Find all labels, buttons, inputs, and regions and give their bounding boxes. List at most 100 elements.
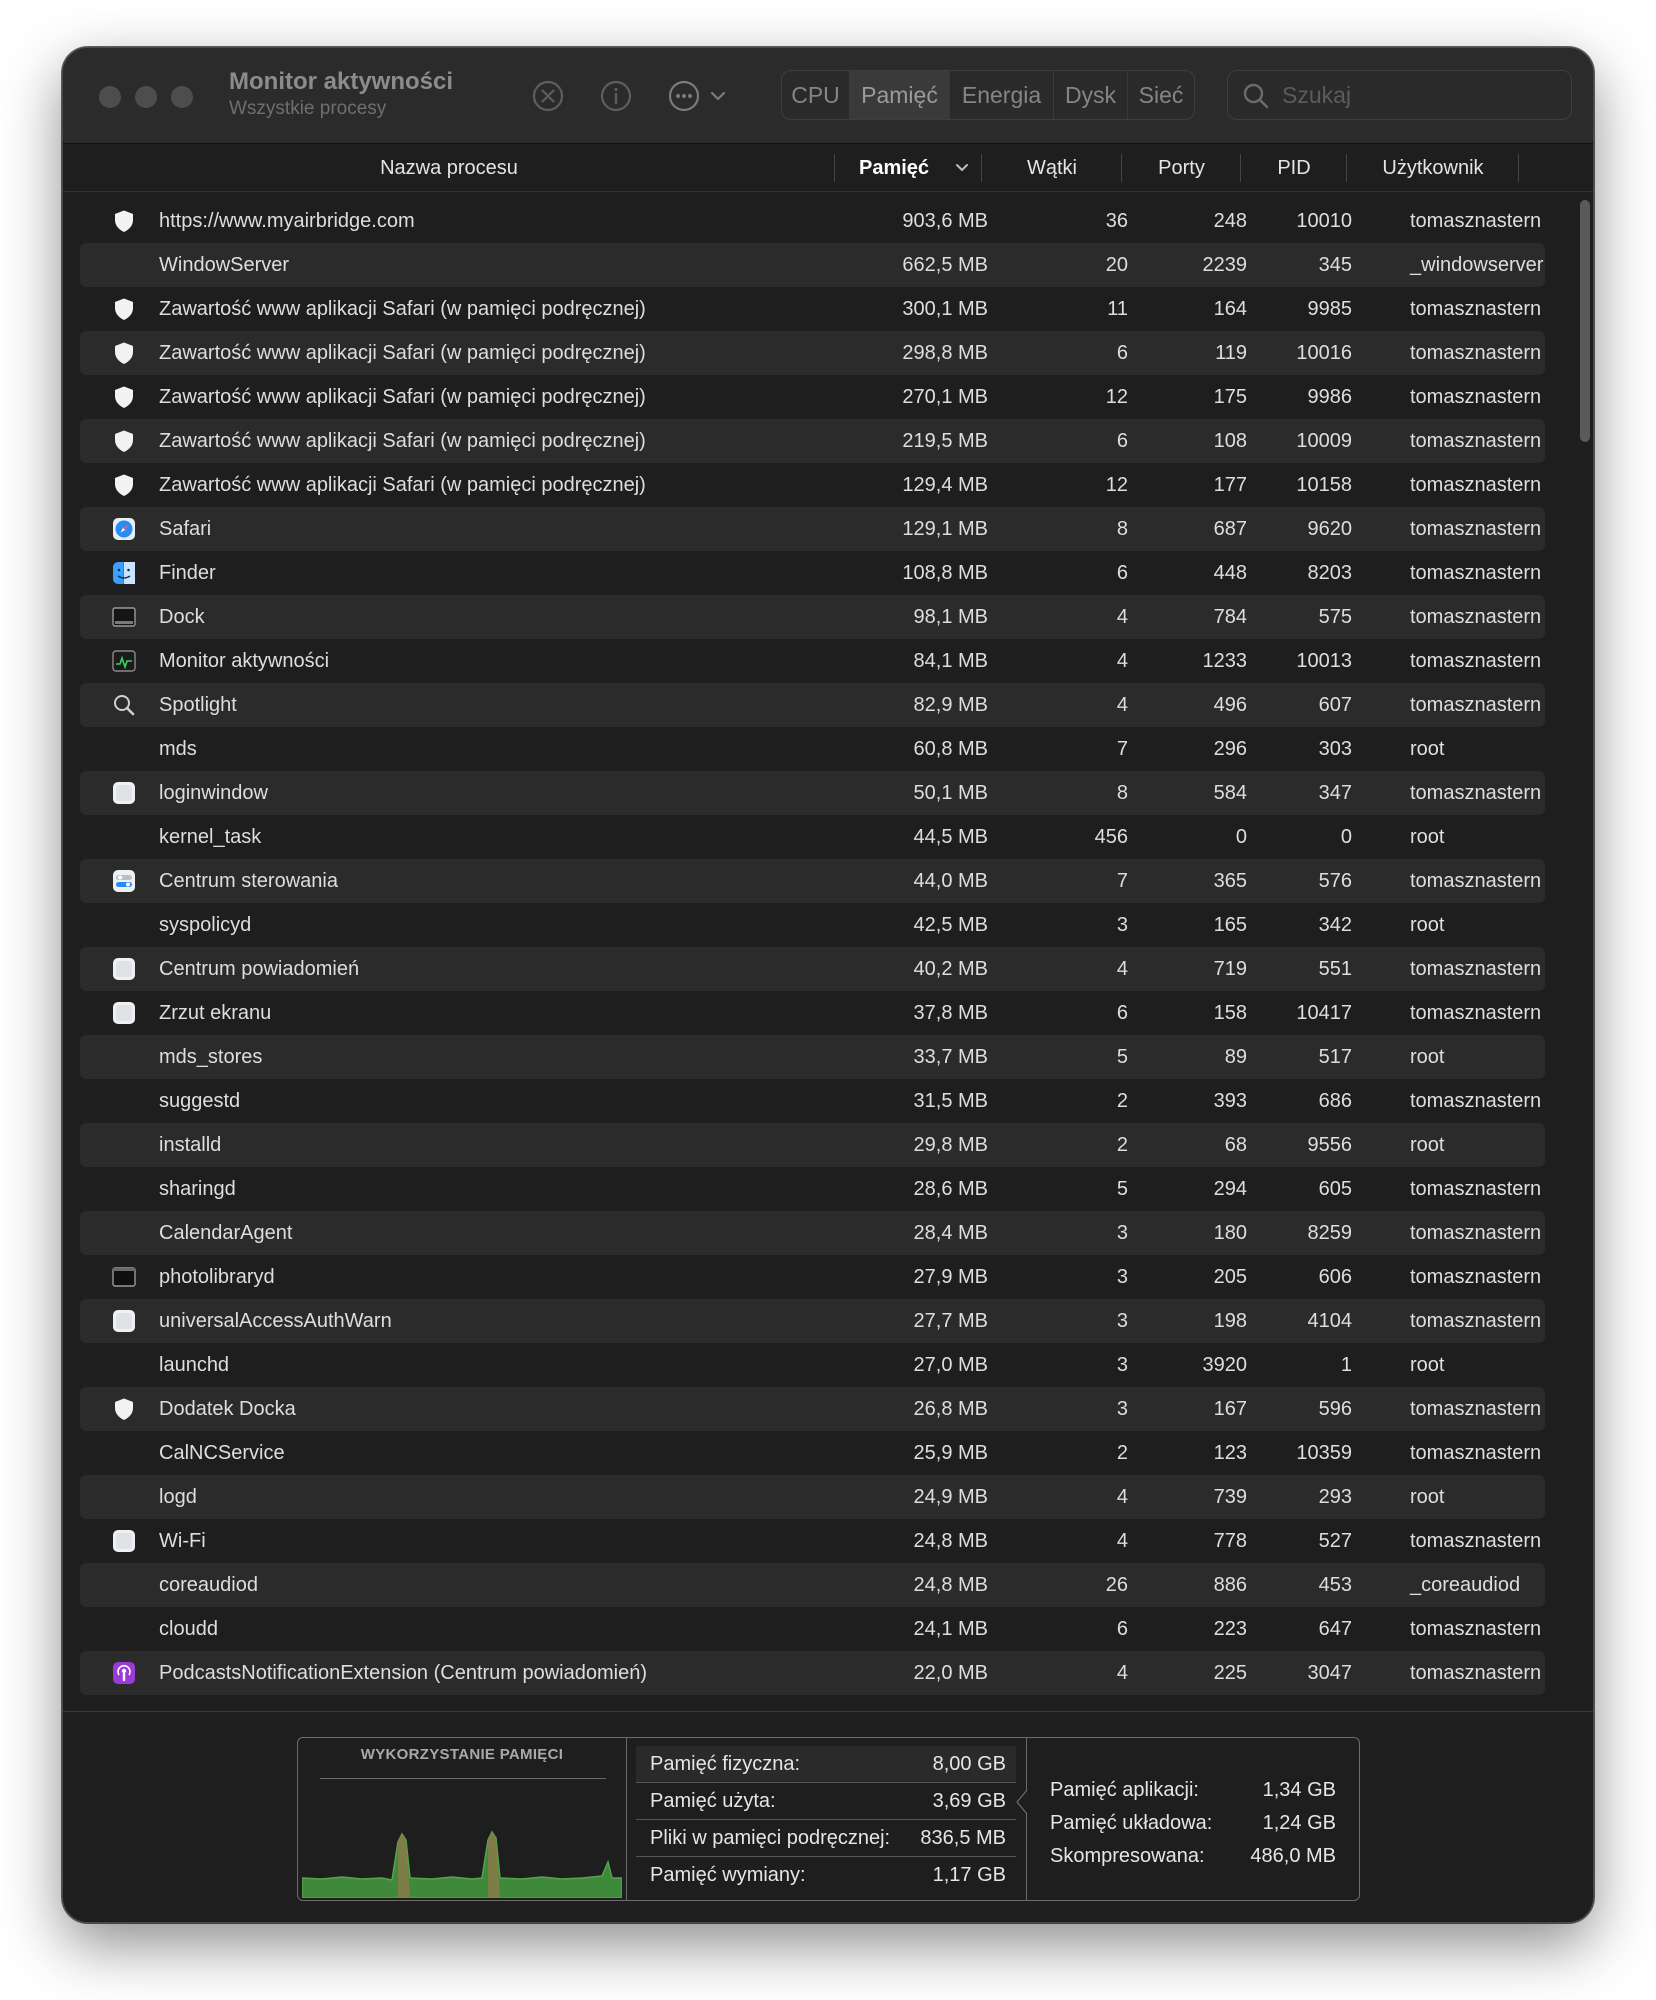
- table-row[interactable]: kernel_task 44,5 MB 456 0 0 root: [80, 815, 1545, 859]
- process-user: tomasznastern: [1410, 1002, 1542, 1024]
- process-ports: 3920: [1202, 1354, 1248, 1376]
- tab-network[interactable]: Sieć: [1128, 71, 1194, 119]
- table-row[interactable]: universalAccessAuthWarn 27,7 MB 3 198 4104 to…: [80, 1299, 1545, 1343]
- process-ports: 0: [1235, 826, 1247, 848]
- process-user: tomasznastern: [1410, 562, 1542, 584]
- stop-process-icon[interactable]: [531, 79, 565, 113]
- table-row[interactable]: Dock 98,1 MB 4 784 575 tomasznastern: [80, 595, 1545, 639]
- activity-monitor-icon: [112, 649, 136, 673]
- column-pid[interactable]: PID: [1241, 144, 1347, 192]
- shield-icon: [112, 209, 136, 233]
- close-window-button[interactable]: [99, 86, 121, 108]
- table-row[interactable]: PodcastsNotificationExtension (Centrum p…: [80, 1651, 1545, 1695]
- process-memory: 98,1 MB: [913, 606, 988, 628]
- process-ports: 448: [1213, 562, 1247, 584]
- process-memory: 129,1 MB: [902, 518, 988, 540]
- table-row[interactable]: logd 24,9 MB 4 739 293 root: [80, 1475, 1545, 1519]
- table-row[interactable]: Zawartość www aplikacji Safari (w pamięc…: [80, 375, 1545, 419]
- table-row[interactable]: Zawartość www aplikacji Safari (w pamięc…: [80, 419, 1545, 463]
- table-row[interactable]: sharingd 28,6 MB 5 294 605 tomasznastern: [80, 1167, 1545, 1211]
- process-user: tomasznastern: [1410, 518, 1542, 540]
- process-pid: 575: [1318, 606, 1352, 628]
- process-ports: 225: [1213, 1662, 1247, 1684]
- column-process-name[interactable]: Nazwa procesu: [63, 144, 835, 192]
- table-row[interactable]: CalendarAgent 28,4 MB 3 180 8259 tomasznaster…: [80, 1211, 1545, 1255]
- search-field[interactable]: [1227, 70, 1572, 120]
- table-row[interactable]: launchd 27,0 MB 3 3920 1 root: [80, 1343, 1545, 1387]
- tab-memory[interactable]: Pamięć: [850, 71, 950, 119]
- search-input[interactable]: [1282, 71, 1552, 119]
- table-row[interactable]: mds 60,8 MB 7 296 303 root: [80, 727, 1545, 771]
- process-name: Zawartość www aplikacji Safari (w pamięc…: [159, 342, 646, 364]
- shield-icon: [112, 429, 136, 453]
- process-name: installd: [159, 1134, 222, 1156]
- column-user[interactable]: Użytkownik: [1347, 144, 1519, 192]
- process-user: tomasznastern: [1410, 1662, 1542, 1684]
- process-pid: 551: [1318, 958, 1352, 980]
- table-row[interactable]: Wi-Fi 24,8 MB 4 778 527 tomasznastern: [80, 1519, 1545, 1563]
- table-row[interactable]: Finder 108,8 MB 6 448 8203 tomasznastern: [80, 551, 1545, 595]
- table-row[interactable]: Zawartość www aplikacji Safari (w pamięc…: [80, 287, 1545, 331]
- table-row[interactable]: Centrum powiadomień 40,2 MB 4 719 551 tomaszn…: [80, 947, 1545, 991]
- table-row[interactable]: cloudd 24,1 MB 6 223 647 tomasznastern: [80, 1607, 1545, 1651]
- table-row[interactable]: Zawartość www aplikacji Safari (w pamięc…: [80, 331, 1545, 375]
- process-name: Wi-Fi: [159, 1530, 206, 1552]
- process-threads: 36: [1105, 210, 1128, 232]
- table-row[interactable]: installd 29,8 MB 2 68 9556 root: [80, 1123, 1545, 1167]
- table-row[interactable]: photolibraryd 27,9 MB 3 205 606 tomasznastern: [80, 1255, 1545, 1299]
- process-name: cloudd: [159, 1618, 218, 1640]
- process-memory: 108,8 MB: [902, 562, 988, 584]
- table-row[interactable]: Spotlight 82,9 MB 4 496 607 tomasznastern: [80, 683, 1545, 727]
- table-row[interactable]: mds_stores 33,7 MB 5 89 517 root: [80, 1035, 1545, 1079]
- tab-energy[interactable]: Energia: [950, 71, 1054, 119]
- process-threads: 3: [1116, 1310, 1128, 1332]
- shield-icon: [112, 473, 136, 497]
- column-ports[interactable]: Porty: [1122, 144, 1241, 192]
- finder-icon: [112, 561, 136, 585]
- process-name: mds_stores: [159, 1046, 263, 1068]
- tab-cpu[interactable]: CPU: [782, 71, 850, 119]
- table-row[interactable]: coreaudiod 24,8 MB 26 886 453 _coreaudiod: [80, 1563, 1545, 1607]
- more-actions-icon[interactable]: [667, 79, 701, 113]
- table-row[interactable]: Monitor aktywności 84,1 MB 4 1233 10013 tomas…: [80, 639, 1545, 683]
- table-row[interactable]: Safari 129,1 MB 8 687 9620 tomasznastern: [80, 507, 1545, 551]
- column-memory[interactable]: Pamięć: [835, 144, 982, 192]
- table-row[interactable]: https://www.myairbridge.com 903,6 MB 36 248…: [80, 199, 1545, 243]
- stat-compressed-memory: Skompresowana: 486,0 MB: [1050, 1840, 1350, 1873]
- process-ports: 108: [1213, 430, 1247, 452]
- table-row[interactable]: CalNCService 25,9 MB 2 123 10359 tomasznaster…: [80, 1431, 1545, 1475]
- process-memory: 24,1 MB: [913, 1618, 988, 1640]
- tab-disk[interactable]: Dysk: [1054, 71, 1128, 119]
- minimize-window-button[interactable]: [135, 86, 157, 108]
- process-pid: 0: [1340, 826, 1352, 848]
- table-row[interactable]: Dodatek Docka 26,8 MB 3 167 596 tomasznastern: [80, 1387, 1545, 1431]
- table-row[interactable]: syspolicyd 42,5 MB 3 165 342 root: [80, 903, 1545, 947]
- process-memory: 27,7 MB: [913, 1310, 988, 1332]
- process-threads: 6: [1116, 430, 1128, 452]
- stat-label: Pamięć wymiany:: [650, 1864, 806, 1886]
- table-row[interactable]: Centrum sterowania 44,0 MB 7 365 576 tomaszna…: [80, 859, 1545, 903]
- chevron-down-icon[interactable]: [707, 79, 729, 113]
- stat-value: 1,24 GB: [1262, 1812, 1336, 1834]
- stat-label: Pamięć użyta:: [650, 1790, 776, 1812]
- process-ports: 719: [1213, 958, 1247, 980]
- zoom-window-button[interactable]: [171, 86, 193, 108]
- spotlight-icon: [112, 693, 136, 717]
- table-row[interactable]: WindowServer 662,5 MB 20 2239 345 _windowserv…: [80, 243, 1545, 287]
- info-icon[interactable]: [599, 79, 633, 113]
- memory-summary-footer: WYKORZYSTANIE PAMIĘCI Pamięć fizyczna: 8…: [63, 1711, 1593, 1922]
- table-row[interactable]: Zrzut ekranu 37,8 MB 6 158 10417 tomasznaster…: [80, 991, 1545, 1035]
- column-threads[interactable]: Wątki: [982, 144, 1122, 192]
- process-user: tomasznastern: [1410, 1266, 1542, 1288]
- title-block: Monitor aktywności Wszystkie procesy: [229, 67, 453, 121]
- table-row[interactable]: Zawartość www aplikacji Safari (w pamięc…: [80, 463, 1545, 507]
- table-row[interactable]: loginwindow 50,1 MB 8 584 347 tomasznastern: [80, 771, 1545, 815]
- process-user: root: [1410, 738, 1445, 760]
- process-name: CalendarAgent: [159, 1222, 293, 1244]
- table-row[interactable]: suggestd 31,5 MB 2 393 686 tomasznastern: [80, 1079, 1545, 1123]
- process-name: Monitor aktywności: [159, 650, 330, 672]
- scrollbar-thumb[interactable]: [1580, 200, 1590, 442]
- stat-value: 1,34 GB: [1262, 1779, 1336, 1801]
- column-memory-label: Pamięć: [859, 157, 930, 179]
- stat-physical-memory: Pamięć fizyczna: 8,00 GB: [636, 1746, 1016, 1783]
